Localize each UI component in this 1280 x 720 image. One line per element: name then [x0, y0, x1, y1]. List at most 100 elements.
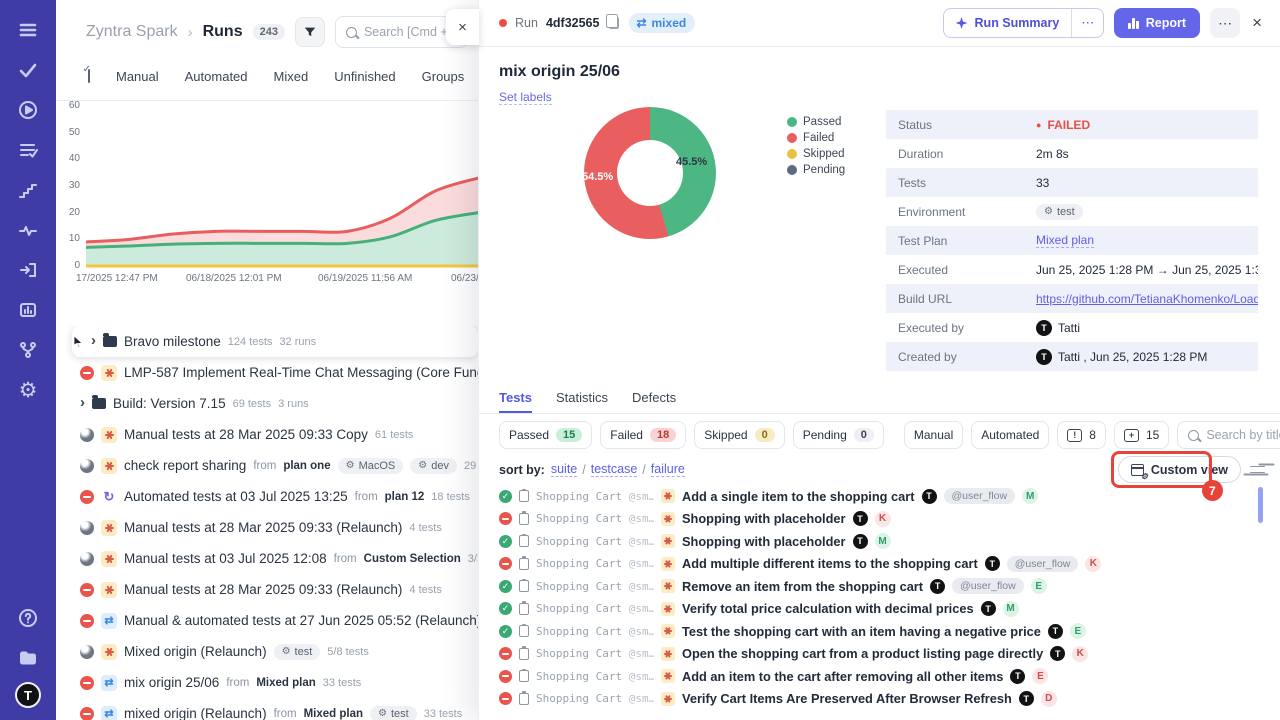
tab-automated[interactable]: Automated: [185, 69, 248, 84]
tab-groups[interactable]: Groups: [422, 69, 465, 84]
test-plan-link[interactable]: Mixed plan: [1036, 233, 1094, 248]
run-group-row[interactable]: ›Build: Version 7.1569 tests3 runs: [56, 388, 478, 419]
run-row[interactable]: ⇄mixed origin (Relaunch)fromMixed plan⚙t…: [56, 698, 478, 720]
filter-automated[interactable]: Automated: [971, 421, 1049, 449]
test-row[interactable]: ✓Shopping Cart @sm…Verify total price ca…: [479, 598, 1280, 621]
run-row[interactable]: Manual tests at 28 Mar 2025 09:33 (Relau…: [56, 574, 478, 605]
custom-view-button[interactable]: Custom view: [1118, 456, 1241, 483]
test-cases-icon[interactable]: [12, 54, 44, 86]
filter-manual[interactable]: Manual: [904, 421, 963, 449]
tab-unfinished[interactable]: Unfinished: [334, 69, 395, 84]
run-plan-name[interactable]: plan 12: [385, 491, 425, 503]
test-row[interactable]: Shopping Cart @sm…Add multiple different…: [479, 553, 1280, 576]
test-row[interactable]: ✓Shopping Cart @sm…Add a single item to …: [479, 485, 1280, 508]
sort-suite-link[interactable]: suite: [551, 462, 577, 477]
drawer-collapse-button[interactable]: ×: [446, 9, 479, 45]
run-row[interactable]: ↻Automated tests at 03 Jul 2025 13:25fro…: [56, 481, 478, 512]
runs-search-input[interactable]: [364, 25, 457, 39]
tab-manual[interactable]: Manual: [116, 69, 159, 84]
test-plans-icon[interactable]: [12, 134, 44, 166]
scrollbar-thumb[interactable]: [1258, 487, 1263, 523]
suite-tag: @sm…: [629, 512, 654, 525]
filter-pending[interactable]: Pending 0: [793, 421, 884, 449]
tab-statistics[interactable]: Statistics: [556, 390, 608, 413]
test-row[interactable]: Shopping Cart @sm…Open the shopping cart…: [479, 643, 1280, 666]
runs-icon[interactable]: [12, 94, 44, 126]
help-icon[interactable]: [12, 602, 44, 634]
filter-passed[interactable]: Passed 15: [499, 421, 592, 449]
run-row[interactable]: LMP-587 Implement Real-Time Chat Messagi…: [56, 357, 478, 388]
legend-item[interactable]: Skipped: [787, 148, 845, 160]
test-row[interactable]: ✓Shopping Cart @sm…Test the shopping car…: [479, 620, 1280, 643]
legend-item[interactable]: Passed: [787, 116, 845, 128]
defects-icon[interactable]: [12, 214, 44, 246]
sort-failure-link[interactable]: failure: [651, 462, 685, 477]
y-axis-tick: 0: [56, 260, 80, 271]
legend-item[interactable]: Failed: [787, 132, 845, 144]
report-button[interactable]: Report: [1114, 8, 1200, 38]
tests-search[interactable]: [1177, 421, 1280, 449]
test-row[interactable]: ✓Shopping Cart @sm…Remove an item from t…: [479, 575, 1280, 598]
milestones-icon[interactable]: [12, 174, 44, 206]
build-url-link[interactable]: https://github.com/TetianaKhomenko/Load-…: [1036, 292, 1258, 306]
tab-defects[interactable]: Defects: [632, 390, 676, 413]
tab-mixed[interactable]: Mixed: [274, 69, 309, 84]
breadcrumb-project[interactable]: Zyntra Spark: [86, 23, 178, 41]
details-value: https://github.com/TetianaKhomenko/Load-…: [1036, 292, 1258, 306]
run-from-label: from: [226, 677, 249, 689]
starburst-icon: [664, 698, 672, 700]
run-plan-name[interactable]: Custom Selection: [364, 553, 461, 565]
filter-attachments[interactable]: + 15: [1114, 421, 1169, 449]
clipboard-icon: [519, 535, 529, 547]
filter-skipped[interactable]: Skipped 0: [694, 421, 785, 449]
menu-icon[interactable]: [12, 14, 44, 46]
run-row[interactable]: ⇄Manual & automated tests at 27 Jun 2025…: [56, 605, 478, 636]
run-plan-name[interactable]: Mixed plan: [256, 677, 315, 689]
legend-item[interactable]: Pending: [787, 164, 845, 176]
expand-chevron-icon[interactable]: ›: [80, 394, 85, 411]
run-plan-name[interactable]: Mixed plan: [304, 708, 363, 720]
test-title: Add a single item to the shopping cart: [682, 489, 915, 504]
test-label-badge: @user_flow: [1007, 556, 1079, 572]
test-row[interactable]: Shopping Cart @sm…Add an item to the car…: [479, 665, 1280, 688]
sliders-icon[interactable]: [1250, 463, 1265, 477]
comments-count: 8: [1089, 428, 1096, 442]
details-row: Created byTTatti , Jun 25, 2025 1:28 PM: [886, 342, 1258, 371]
expand-chevron-icon[interactable]: ›: [91, 332, 96, 349]
tab-tests[interactable]: Tests: [499, 390, 532, 413]
reports-icon[interactable]: [12, 294, 44, 326]
test-row[interactable]: Shopping Cart @sm…Verify Cart Items Are …: [479, 688, 1280, 711]
run-summary-button[interactable]: Run Summary ⋯: [943, 8, 1105, 38]
filter-button[interactable]: [295, 17, 325, 47]
run-plan-name[interactable]: plan one: [283, 460, 330, 472]
run-row[interactable]: ⇄mix origin 25/06fromMixed plan33 tests: [56, 667, 478, 698]
test-suite: Shopping Cart @sm…: [536, 625, 654, 638]
more-actions-button[interactable]: ⋯: [1210, 8, 1240, 38]
user-avatar[interactable]: T: [15, 682, 41, 708]
suite-tag: @sm…: [629, 670, 654, 683]
test-row[interactable]: ✓Shopping Cart @sm…Shopping with placeho…: [479, 530, 1280, 553]
filter-comments[interactable]: ! 8: [1057, 421, 1106, 449]
workflows-icon[interactable]: [12, 334, 44, 366]
environment-label: test: [1057, 206, 1075, 218]
run-group-row[interactable]: ›Bravo milestone124 tests32 runs: [72, 326, 478, 357]
import-icon[interactable]: [12, 254, 44, 286]
run-row[interactable]: check report sharingfromplan one⚙MacOS⚙d…: [56, 450, 478, 481]
settings-gear-icon[interactable]: ⚙: [12, 374, 44, 406]
run-row[interactable]: Mixed origin (Relaunch)⚙test5/8 tests: [56, 636, 478, 667]
filter-failed[interactable]: Failed 18: [600, 421, 686, 449]
copy-icon[interactable]: [609, 17, 619, 29]
run-summary-main[interactable]: Run Summary: [944, 16, 1072, 30]
run-row[interactable]: Manual tests at 28 Mar 2025 09:33 Copy61…: [56, 419, 478, 450]
select-all-icon[interactable]: [88, 69, 90, 83]
run-summary-more-button[interactable]: ⋯: [1071, 9, 1103, 37]
sort-testcase-link[interactable]: testcase: [591, 462, 638, 477]
close-drawer-button[interactable]: ×: [1250, 13, 1264, 33]
run-row[interactable]: Manual tests at 03 Jul 2025 12:08fromCus…: [56, 543, 478, 574]
test-row[interactable]: Shopping Cart @sm…Shopping with placehol…: [479, 508, 1280, 531]
run-row[interactable]: Manual tests at 28 Mar 2025 09:33 (Relau…: [56, 512, 478, 543]
starburst-icon: [664, 585, 672, 587]
tests-search-input[interactable]: [1206, 428, 1280, 442]
documents-icon[interactable]: [12, 642, 44, 674]
attachment-icon: +: [1124, 429, 1139, 442]
